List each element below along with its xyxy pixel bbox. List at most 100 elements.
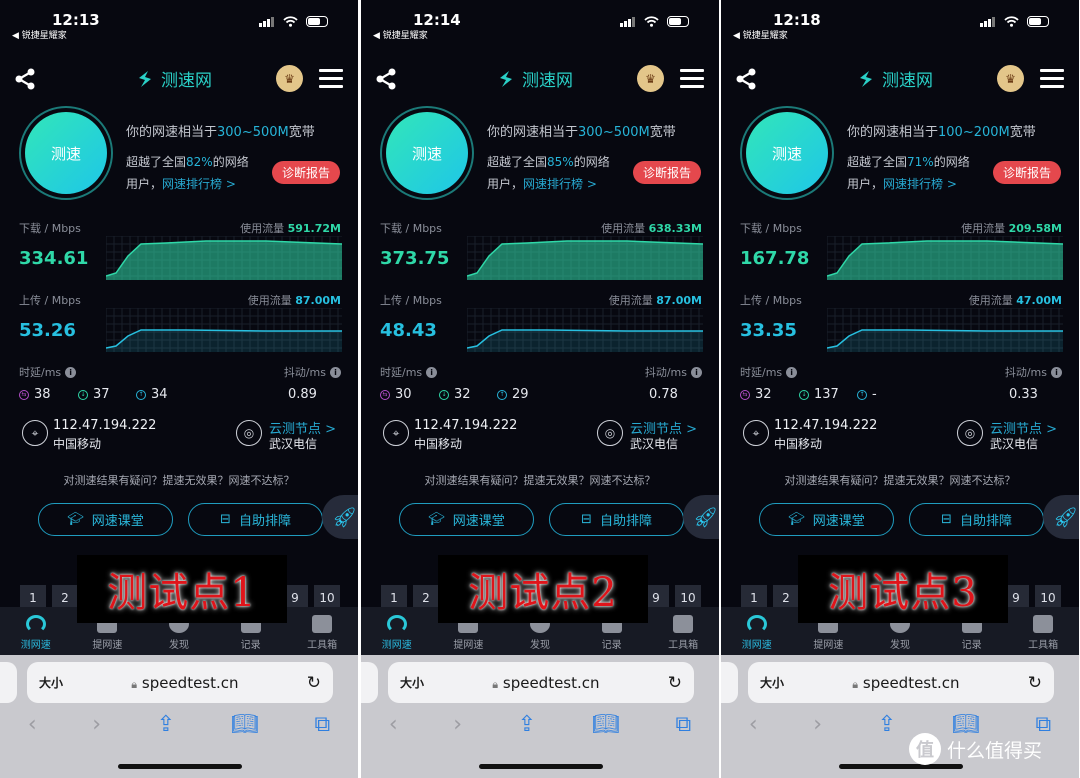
tab-speed-test[interactable]: 测网速 [367, 615, 427, 651]
signal-icon [259, 16, 274, 27]
rocket-icon[interactable]: 🚀︎ [1043, 495, 1079, 539]
share-icon[interactable] [735, 68, 757, 90]
start-test-label[interactable]: 测速 [386, 112, 468, 194]
beat-value: 82% [186, 155, 213, 169]
app-logo: 测速网 [856, 66, 933, 91]
tabs-icon[interactable]: ⧉ [314, 712, 330, 737]
text-size-button[interactable]: 大小 [39, 674, 63, 691]
tabs-icon[interactable]: ⧉ [675, 712, 691, 737]
tab-toolbox[interactable]: 工具箱 [292, 615, 352, 651]
ranking-link[interactable]: 网速排行榜 > [162, 177, 236, 191]
forward-icon[interactable]: › [453, 712, 462, 737]
self-troubleshoot-button[interactable]: ⊟ 自助排障 [188, 503, 323, 536]
tab-speed-test[interactable]: 测网速 [727, 615, 787, 651]
reload-icon[interactable]: ↻ [1028, 673, 1042, 693]
chart-area [106, 330, 342, 352]
text-size-button[interactable]: 大小 [400, 674, 424, 691]
menu-icon[interactable] [680, 69, 704, 93]
beat-value: 85% [547, 155, 574, 169]
location-pin-icon: ⌖ [22, 420, 48, 446]
previous-tab-edge[interactable] [721, 662, 738, 703]
home-indicator [118, 764, 242, 769]
bookmarks-icon[interactable]: 📖︎ [231, 712, 259, 737]
previous-tab-edge[interactable] [0, 662, 17, 703]
upload-usage: 使用流量 87.00M [248, 292, 341, 308]
url-text: 🔒︎ speedtest.cn [784, 674, 1028, 692]
forward-icon[interactable]: › [813, 712, 822, 737]
diagnose-report-button[interactable]: 诊断报告 [633, 161, 701, 184]
info-icon[interactable]: i [691, 366, 702, 378]
tab-label: 发现 [529, 640, 550, 651]
bookmarks-icon[interactable]: 📖︎ [592, 712, 620, 737]
vip-crown-icon[interactable]: ♛ [997, 65, 1024, 92]
address-bar[interactable]: 大小 🔒︎ speedtest.cn ↻ [27, 662, 333, 703]
tab-toolbox[interactable]: 工具箱 [1013, 615, 1073, 651]
start-test-label[interactable]: 测速 [746, 112, 828, 194]
signpost-icon: ⊟ [941, 512, 952, 527]
forward-icon[interactable]: › [92, 712, 101, 737]
speed-course-button[interactable]: 🎓︎ 网速课堂 [759, 503, 894, 536]
rank-prefix: 你的网速相当于 [847, 125, 939, 140]
speedometer-icon [386, 615, 407, 633]
back-to-app-link[interactable]: ◀ 锐捷星耀家 [373, 28, 428, 41]
back-icon[interactable]: ‹ [749, 712, 758, 737]
self-troubleshoot-button[interactable]: ⊟ 自助排障 [909, 503, 1044, 536]
start-test-label[interactable]: 测速 [25, 112, 107, 194]
info-icon[interactable]: i [65, 366, 77, 378]
location-pin-icon: ⌖ [383, 420, 409, 446]
reload-icon[interactable]: ↻ [668, 673, 682, 693]
speed-course-button[interactable]: 🎓︎ 网速课堂 [399, 503, 534, 536]
info-icon[interactable]: i [1051, 366, 1062, 378]
rocket-icon[interactable]: 🚀︎ [683, 495, 719, 539]
back-icon[interactable]: ‹ [28, 712, 37, 737]
ranking-link[interactable]: 网速排行榜 > [883, 177, 957, 191]
address-bar[interactable]: 大小 🔒︎ speedtest.cn ↻ [388, 662, 694, 703]
upload-usage: 使用流量 87.00M [609, 292, 702, 308]
info-icon[interactable]: i [786, 366, 798, 378]
start-test-button[interactable]: 测速 [740, 106, 834, 200]
share-sheet-icon[interactable]: ⇪ [157, 712, 175, 737]
chart-area [467, 330, 703, 352]
graduation-cap-icon: 🎓︎ [67, 512, 84, 527]
download-chart [467, 236, 703, 280]
ranking-link[interactable]: 网速排行榜 > [523, 177, 597, 191]
home-indicator [479, 764, 603, 769]
logo-icon [500, 70, 512, 87]
text-size-button[interactable]: 大小 [760, 674, 784, 691]
toolbox-icon [312, 615, 333, 633]
info-icon[interactable]: i [330, 366, 341, 378]
share-icon[interactable] [375, 68, 397, 90]
wifi-icon [644, 16, 659, 27]
beat-prefix: 超越了全国 [487, 155, 548, 169]
share-sheet-icon[interactable]: ⇪ [878, 712, 896, 737]
share-icon[interactable] [14, 68, 36, 90]
menu-icon[interactable] [319, 69, 343, 93]
previous-tab-edge[interactable] [361, 662, 378, 703]
share-sheet-icon[interactable]: ⇪ [518, 712, 536, 737]
logo-text: 测速网 [161, 71, 212, 91]
diagnose-report-button[interactable]: 诊断报告 [272, 161, 340, 184]
reload-icon[interactable]: ↻ [307, 673, 321, 693]
tab-toolbox[interactable]: 工具箱 [653, 615, 713, 651]
back-icon[interactable]: ‹ [389, 712, 398, 737]
tab-speed-test[interactable]: 测网速 [6, 615, 66, 651]
address-bar[interactable]: 大小 🔒︎ speedtest.cn ↻ [748, 662, 1054, 703]
self-troubleshoot-button[interactable]: ⊟ 自助排障 [549, 503, 684, 536]
download-usage-value: 591.72M [287, 222, 341, 235]
latency-upload: ↑ 34 [136, 387, 168, 402]
diagnose-report-button[interactable]: 诊断报告 [993, 161, 1061, 184]
speed-course-button[interactable]: 🎓︎ 网速课堂 [38, 503, 173, 536]
watermark-logo: 值 [909, 733, 941, 765]
back-to-app-link[interactable]: ◀ 锐捷星耀家 [733, 28, 788, 41]
back-to-app-link[interactable]: ◀ 锐捷星耀家 [12, 28, 67, 41]
info-icon[interactable]: i [426, 366, 438, 378]
menu-icon[interactable] [1040, 69, 1064, 93]
start-test-button[interactable]: 测速 [19, 106, 113, 200]
rocket-icon[interactable]: 🚀︎ [322, 495, 358, 539]
speedtest-screen: 12:13 ◀ 锐捷星耀家 测速网 ♛ 测速 你的网速相当于300~500M宽带… [0, 0, 358, 778]
vip-crown-icon[interactable]: ♛ [276, 65, 303, 92]
vip-crown-icon[interactable]: ♛ [637, 65, 664, 92]
tab-label: 记录 [240, 640, 261, 651]
jitter-value: 0.89 [288, 387, 317, 402]
start-test-button[interactable]: 测速 [380, 106, 474, 200]
